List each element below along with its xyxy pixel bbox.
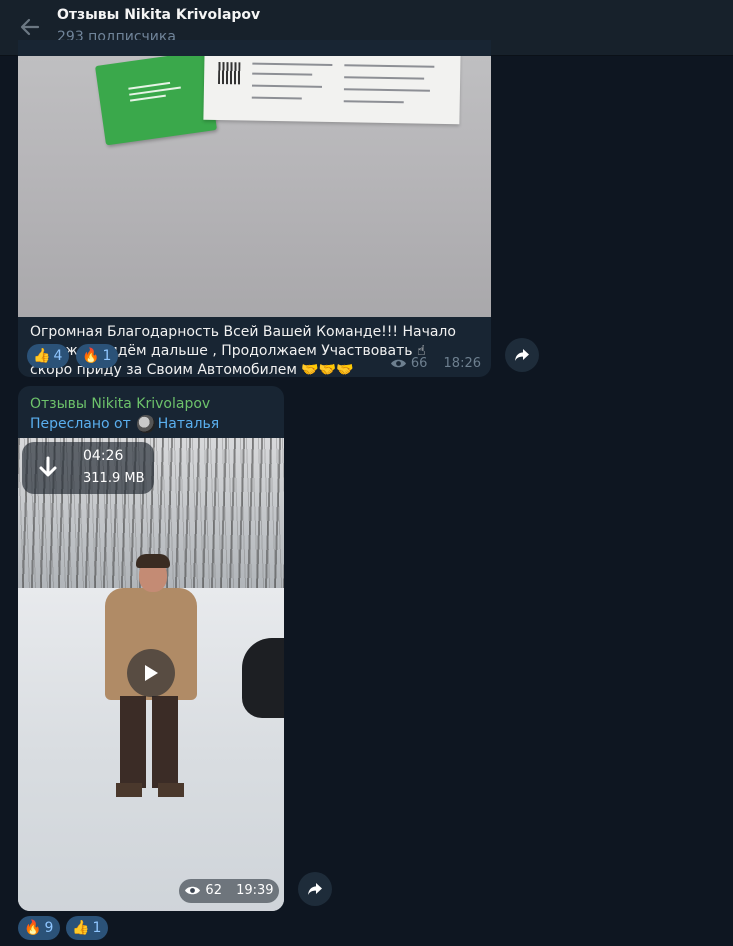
message-bubble-video[interactable]: Отзывы Nikita Krivolapov Переслано от Нат… xyxy=(18,386,284,911)
message-bubble[interactable]: Огромная Благодарность Всей Вашей Команд… xyxy=(18,40,491,377)
view-count: 66 xyxy=(410,356,428,371)
reaction-fire[interactable]: 🔥 9 xyxy=(18,916,61,940)
message-time: 18:26 xyxy=(443,356,481,371)
channel-title[interactable]: Отзывы Nikita Krivolapov xyxy=(57,7,260,23)
paper-document xyxy=(203,56,461,125)
share-button[interactable] xyxy=(298,872,332,906)
person-shoes xyxy=(116,783,184,797)
download-icon xyxy=(39,456,57,477)
person-legs xyxy=(120,696,178,788)
video-duration: 04:26 xyxy=(83,448,124,464)
eye-icon xyxy=(390,359,406,368)
back-arrow-icon xyxy=(20,18,40,36)
eye-icon xyxy=(185,886,201,895)
message-time: 19:39 xyxy=(236,883,274,898)
video-size: 311.9 MB xyxy=(83,471,145,486)
message-meta: 66 18:26 xyxy=(390,356,481,371)
reaction-thumbs-up[interactable]: 👍 1 xyxy=(66,916,109,940)
play-icon xyxy=(145,665,158,681)
thumbs-up-icon: 👍 xyxy=(72,920,90,936)
person-cap xyxy=(136,554,170,568)
share-icon xyxy=(515,349,529,361)
green-document-cover xyxy=(94,56,218,146)
fire-icon: 🔥 xyxy=(24,920,42,936)
forwarded-from[interactable]: Переслано от Наталья xyxy=(30,415,219,433)
share-icon xyxy=(308,883,322,895)
channel-name[interactable]: Отзывы Nikita Krivolapov xyxy=(30,396,210,412)
message-photo[interactable] xyxy=(18,56,491,317)
play-button[interactable] xyxy=(127,649,175,697)
reaction-fire[interactable]: 🔥 1 xyxy=(76,344,119,368)
reaction-count: 9 xyxy=(44,920,54,936)
video-player[interactable]: 04:26 311.9 MB 62 19:39 xyxy=(18,438,284,911)
back-button[interactable] xyxy=(16,14,44,40)
car xyxy=(242,638,284,718)
thumbs-up-icon: 👍 xyxy=(33,348,51,364)
view-count: 62 xyxy=(205,883,222,898)
reaction-thumbs-up[interactable]: 👍 4 xyxy=(27,344,70,368)
reaction-count: 1 xyxy=(102,348,112,364)
avatar xyxy=(136,415,155,433)
share-button[interactable] xyxy=(505,338,539,372)
video-download-info[interactable]: 04:26 311.9 MB xyxy=(22,442,154,494)
reaction-count: 4 xyxy=(53,348,63,364)
forwarded-author: Наталья xyxy=(157,416,220,432)
message-meta: 62 19:39 xyxy=(179,879,279,903)
forwarded-label: Переслано от xyxy=(30,416,131,432)
fire-icon: 🔥 xyxy=(82,348,100,364)
download-button[interactable] xyxy=(26,446,70,490)
reaction-count: 1 xyxy=(92,920,102,936)
